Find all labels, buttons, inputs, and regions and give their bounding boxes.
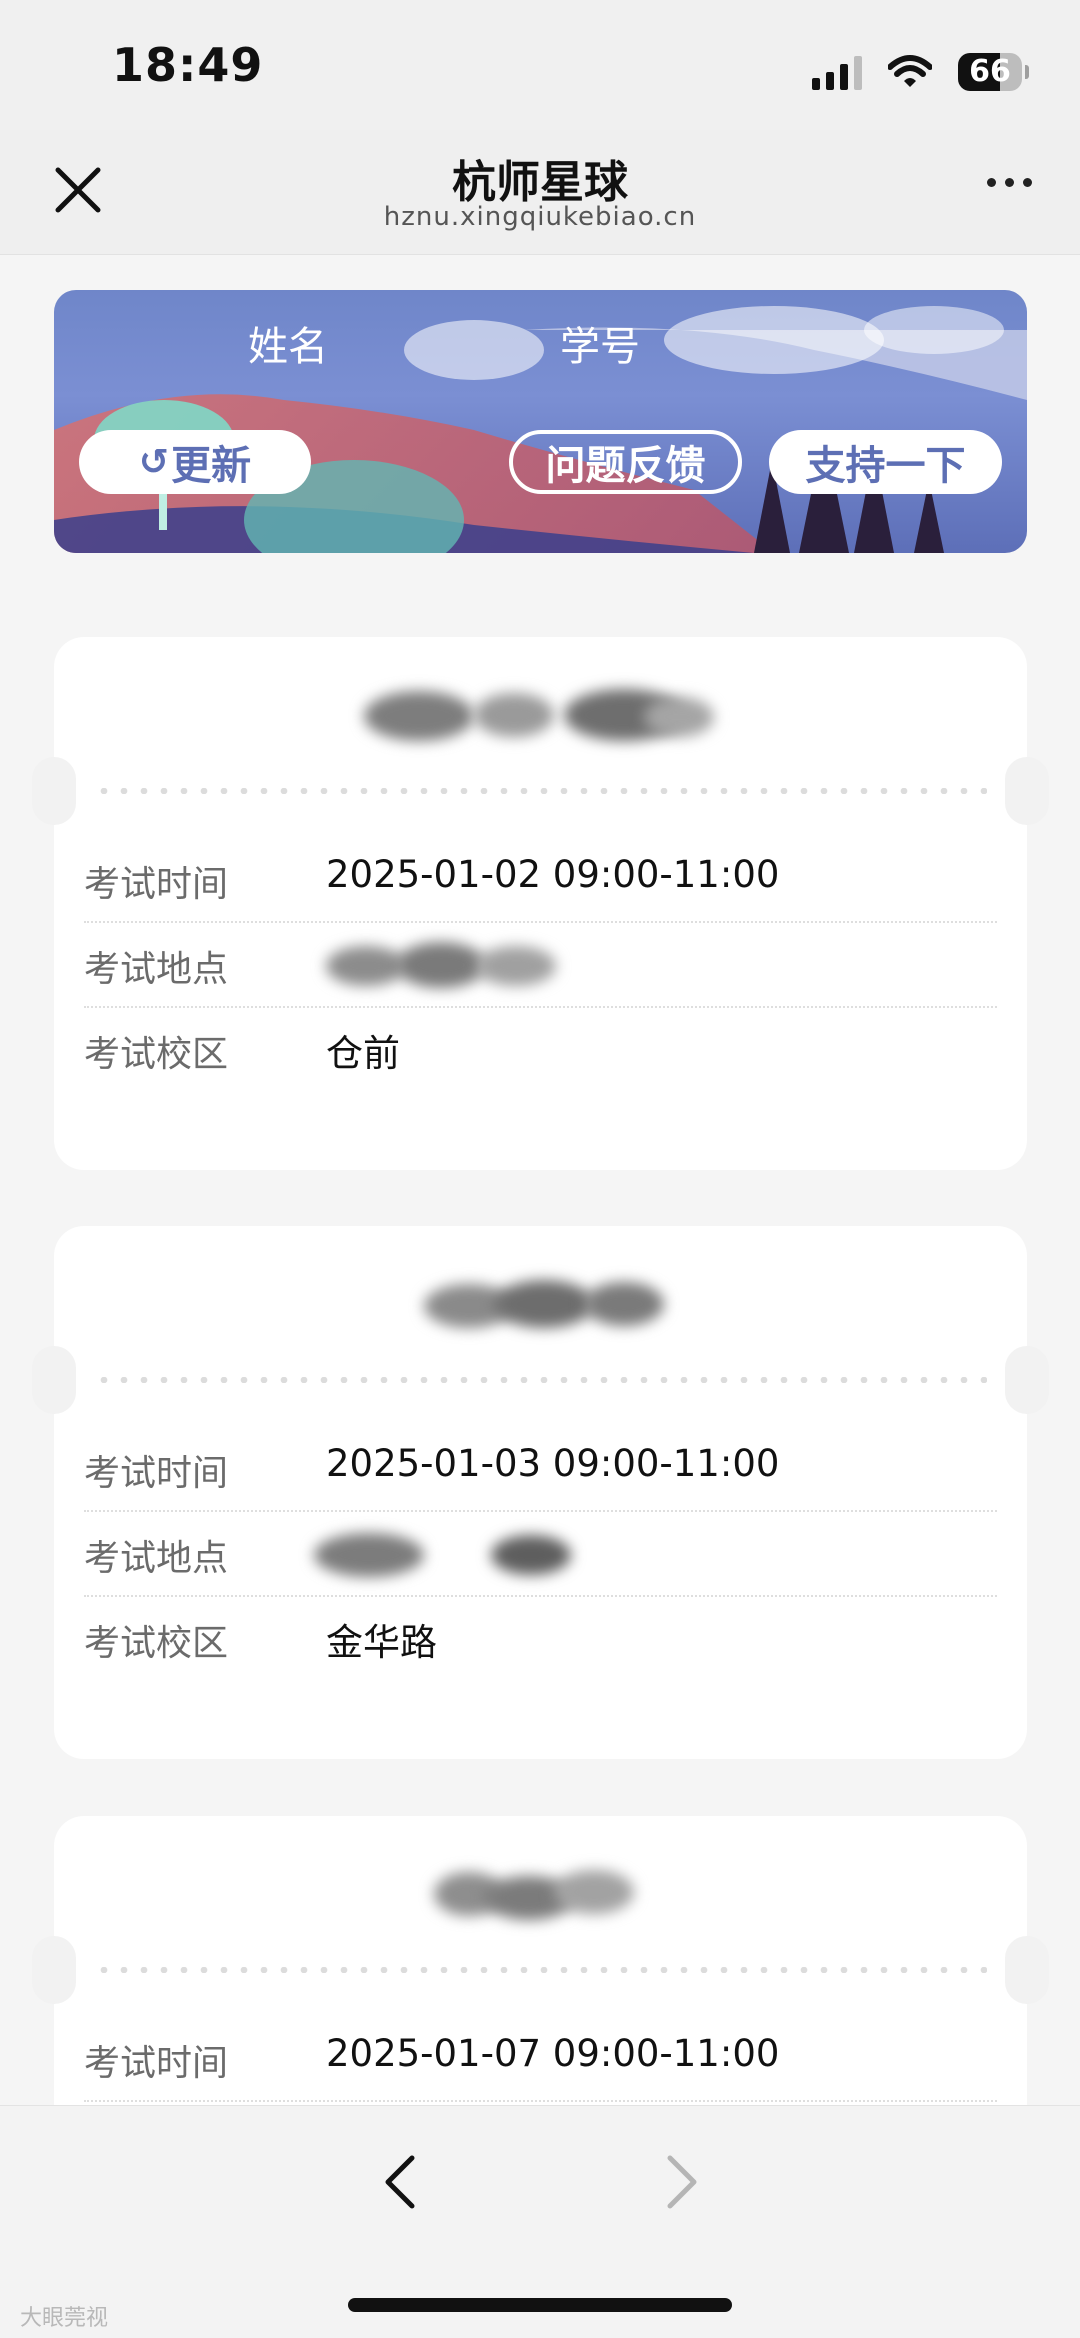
exam-campus-label: 考试校区 (84, 1623, 229, 1664)
refresh-button[interactable]: ↺ 更新 (79, 430, 311, 494)
course-name-redacted (54, 1840, 1027, 1940)
exam-location-label: 考试地点 (84, 1538, 229, 1579)
nav-bar: 杭师星球 hznu.xingqiukebiao.cn (0, 130, 1080, 255)
ticket-divider (94, 788, 987, 794)
card-notch-right (1005, 757, 1049, 825)
page-title: 杭师星球 (452, 157, 628, 208)
card-notch-right (1005, 1346, 1049, 1414)
status-bar: 18:49 66 (0, 0, 1080, 130)
exam-location-row: 考试地点 (84, 922, 997, 1008)
exam-time-label: 考试时间 (84, 864, 229, 905)
card-notch-left (32, 1936, 76, 2004)
ticket-divider (94, 1967, 987, 1973)
exam-campus-row: 考试校区 仓前 (84, 1007, 997, 1091)
refresh-icon: ↺ (138, 441, 170, 483)
cellular-signal-icon (812, 54, 862, 90)
exam-time-row: 考试时间 2025-01-07 09:00-11:00 (84, 2016, 997, 2102)
support-button[interactable]: 支持一下 (769, 430, 1002, 494)
banner-illustration (54, 306, 1027, 553)
exam-location-label: 考试地点 (84, 949, 229, 990)
feedback-label: 问题反馈 (545, 443, 706, 489)
ticket-divider (94, 1377, 987, 1383)
back-chevron-icon[interactable] (378, 2150, 422, 2214)
name-label: 姓名 (248, 324, 328, 370)
feedback-button[interactable]: 问题反馈 (509, 430, 742, 494)
support-label: 支持一下 (805, 443, 966, 489)
exam-card: 考试时间 2025-01-03 09:00-11:00 考试地点 考试校区 金华… (32, 1226, 1049, 1759)
exam-time-value: 2025-01-03 09:00-11:00 (326, 1442, 780, 1485)
exam-time-row: 考试时间 2025-01-02 09:00-11:00 (84, 837, 997, 923)
exam-campus-label: 考试校区 (84, 1034, 229, 1075)
exam-time-value: 2025-01-02 09:00-11:00 (326, 853, 780, 896)
exam-time-row: 考试时间 2025-01-03 09:00-11:00 (84, 1426, 997, 1512)
exam-campus-row: 考试校区 金华路 (84, 1596, 997, 1680)
student-id-label: 学号 (560, 324, 640, 370)
more-options-icon[interactable] (987, 178, 1032, 187)
course-name-redacted (54, 1250, 1027, 1350)
course-name-redacted (54, 661, 1027, 761)
home-indicator[interactable] (348, 2298, 732, 2312)
refresh-label: 更新 (171, 443, 252, 489)
card-notch-left (32, 757, 76, 825)
exam-time-label: 考试时间 (84, 2043, 229, 2084)
status-icons: 66 (812, 50, 1029, 94)
forward-chevron-icon[interactable] (660, 2150, 704, 2214)
exam-card: 考试时间 2025-01-02 09:00-11:00 考试地点 考试校区 仓前 (32, 637, 1049, 1170)
exam-time-value: 2025-01-07 09:00-11:00 (326, 2032, 780, 2075)
exam-time-label: 考试时间 (84, 1453, 229, 1494)
card-notch-right (1005, 1936, 1049, 2004)
card-notch-left (32, 1346, 76, 1414)
status-time: 18:49 (112, 38, 264, 92)
exam-campus-value: 金华路 (326, 1621, 437, 1664)
page-url: hznu.xingqiukebiao.cn (383, 202, 697, 232)
battery-icon: 66 (958, 53, 1029, 91)
exam-campus-value: 仓前 (326, 1032, 400, 1075)
exam-location-row: 考试地点 (84, 1511, 997, 1597)
wifi-icon (888, 55, 932, 87)
student-banner: 姓名 学号 ↺ 更新 问题反馈 支持一下 (54, 290, 1027, 553)
watermark: 大眼莞视 (20, 2306, 109, 2331)
